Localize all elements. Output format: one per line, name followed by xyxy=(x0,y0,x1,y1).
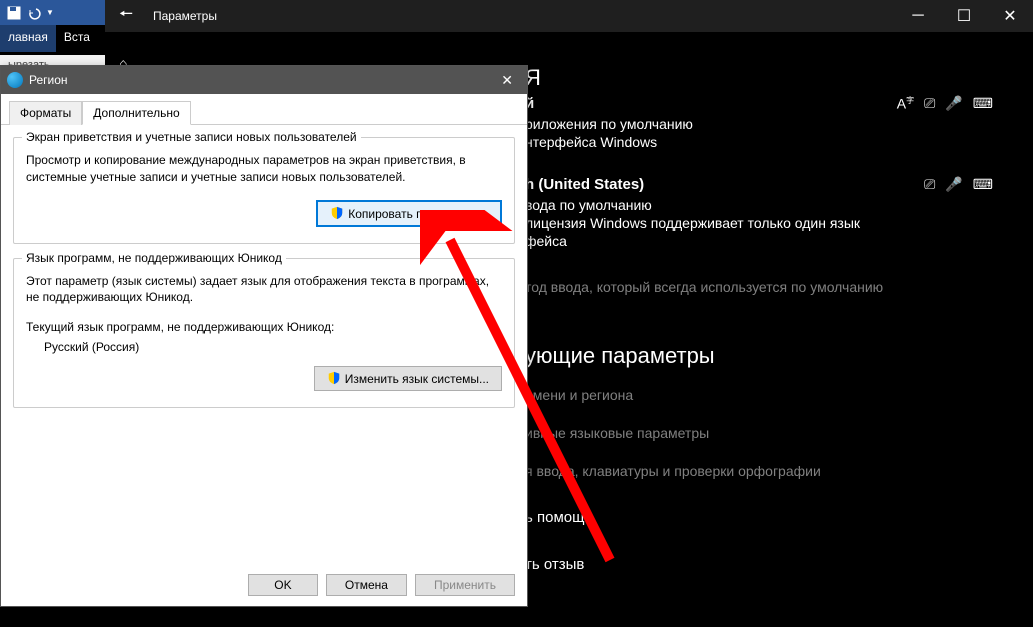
lang2-line1: вода по умолчанию xyxy=(525,197,993,213)
copy-settings-button[interactable]: Копировать параметры... xyxy=(316,200,502,227)
region-title: Регион xyxy=(29,73,68,87)
group2-title: Язык программ, не поддерживающих Юникод xyxy=(22,251,286,265)
group1-text: Просмотр и копирование международных пар… xyxy=(26,152,502,186)
display-icon: ⎚ xyxy=(924,95,935,112)
group1-title: Экран приветствия и учетные записи новых… xyxy=(22,130,361,144)
settings-title: Параметры xyxy=(147,9,217,23)
settings-titlebar: 🠔 Параметры ─ ☐ ✕ xyxy=(105,0,1033,32)
close-button[interactable]: ✕ xyxy=(987,0,1033,32)
shield-icon xyxy=(327,371,341,385)
undo-icon[interactable] xyxy=(26,5,42,21)
give-feedback[interactable]: ть отзыв xyxy=(525,556,993,573)
change-locale-label: Изменить язык системы... xyxy=(345,372,489,386)
lang1-icons: A字 ⎚ 🎤 ⌨ xyxy=(897,95,993,112)
office-tabs: лавная Вста xyxy=(0,25,110,52)
speech-icon: 🎤 xyxy=(945,95,962,112)
dialog-buttons: OK Отмена Применить xyxy=(248,574,515,596)
text-size-icon: A字 xyxy=(897,95,914,112)
dialog-body: Экран приветствия и учетные записи новых… xyxy=(1,125,527,434)
current-lang-value: Русский (Россия) xyxy=(44,340,502,354)
keyboard-icon: ⌨ xyxy=(973,176,993,193)
welcome-screen-group: Экран приветствия и учетные записи новых… xyxy=(13,137,515,244)
region-dialog: Регион ✕ Форматы Дополнительно Экран при… xyxy=(0,65,528,607)
apply-button[interactable]: Применить xyxy=(415,574,515,596)
lang1-line1: риложения по умолчанию xyxy=(525,116,993,132)
tab-home[interactable]: лавная xyxy=(0,25,56,52)
display-icon: ⎚ xyxy=(924,176,935,193)
tab-advanced[interactable]: Дополнительно xyxy=(82,101,190,125)
related-link-admin-lang[interactable]: ивные языковые параметры xyxy=(525,425,993,441)
ok-button[interactable]: OK xyxy=(248,574,318,596)
lang1-line2: нтерфейса Windows xyxy=(525,134,993,150)
office-quick-access: ▼ xyxy=(0,0,110,25)
tab-formats[interactable]: Форматы xyxy=(9,101,82,125)
dropdown-icon[interactable]: ▼ xyxy=(46,8,54,17)
settings-content: Я A字 ⎚ 🎤 ⌨ й риложения по умолчанию нтер… xyxy=(525,55,993,589)
back-button[interactable]: 🠔 xyxy=(105,0,147,32)
lang2-icons: ⎚ 🎤 ⌨ xyxy=(924,176,993,193)
related-link-datetime[interactable]: емени и региона xyxy=(525,387,993,403)
lang2-line3: фейса xyxy=(525,233,993,249)
group2-text: Этот параметр (язык системы) задает язык… xyxy=(26,273,502,307)
save-icon[interactable] xyxy=(6,5,22,21)
lang2-line2: лицензия Windows поддерживает только оди… xyxy=(525,215,993,231)
keyboard-icon: ⌨ xyxy=(973,95,993,112)
region-close-button[interactable]: ✕ xyxy=(493,72,521,89)
region-titlebar: Регион ✕ xyxy=(1,66,527,94)
cancel-button[interactable]: Отмена xyxy=(326,574,407,596)
get-help[interactable]: ь помощь xyxy=(525,509,993,526)
unicode-group: Язык программ, не поддерживающих Юникод … xyxy=(13,258,515,409)
speech-icon: 🎤 xyxy=(945,176,962,193)
maximize-button[interactable]: ☐ xyxy=(941,0,987,32)
input-method-note[interactable]: тод ввода, который всегда используется п… xyxy=(525,279,993,295)
globe-icon xyxy=(7,72,23,88)
lang2-name[interactable]: h (United States) xyxy=(525,176,993,193)
current-lang-label: Текущий язык программ, не поддерживающих… xyxy=(26,320,502,334)
minimize-button[interactable]: ─ xyxy=(895,0,941,32)
related-heading: ующие параметры xyxy=(525,343,993,369)
region-tabs: Форматы Дополнительно xyxy=(1,94,527,125)
tab-insert[interactable]: Вста xyxy=(56,25,98,52)
related-link-typing[interactable]: я ввода, клавиатуры и проверки орфографи… xyxy=(525,463,993,479)
copy-settings-label: Копировать параметры... xyxy=(348,207,488,221)
change-system-locale-button[interactable]: Изменить язык системы... xyxy=(314,366,502,391)
shield-icon xyxy=(330,206,344,220)
